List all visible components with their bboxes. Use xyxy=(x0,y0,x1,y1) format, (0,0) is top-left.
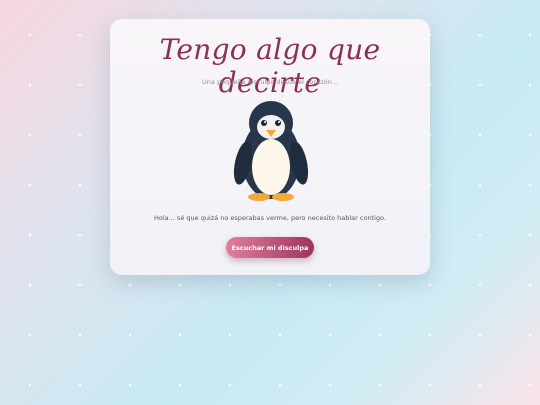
page-title: Tengo algo que decirte xyxy=(159,33,381,99)
apology-card: Tengo algo que decirte Una pequeña discu… xyxy=(110,19,430,275)
subtitle: Una pequeña disculpa desde el corazón... xyxy=(202,78,338,86)
penguin-icon xyxy=(233,101,309,201)
greeting-message: Hola... sé que quizá no esperabas verme,… xyxy=(154,214,386,222)
listen-apology-button[interactable]: Escuchar mi disculpa xyxy=(226,237,314,258)
